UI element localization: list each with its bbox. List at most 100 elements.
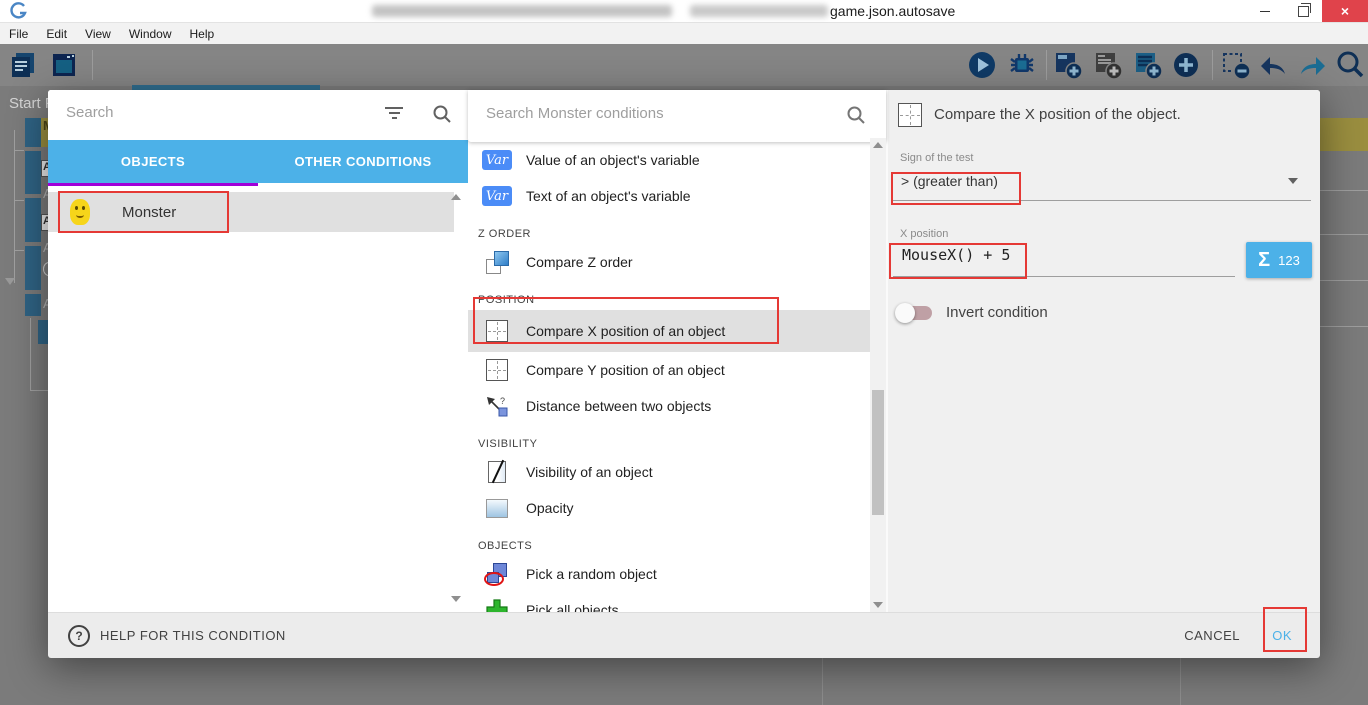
event-condition-bar (25, 151, 41, 194)
condition-parameters-panel: Compare the X position of the object. Si… (888, 90, 1320, 612)
var-icon: Var (468, 150, 526, 170)
event-condition-bar (25, 118, 41, 147)
monster-object-icon (70, 199, 90, 225)
dialog-footer: ? HELP FOR THIS CONDITION CANCEL OK (48, 612, 1320, 658)
undo-icon[interactable] (1258, 49, 1290, 81)
field-underline (893, 200, 1311, 201)
tab-other-conditions[interactable]: OTHER CONDITIONS (258, 140, 468, 183)
delete-selection-icon[interactable] (1220, 49, 1252, 81)
menu-window[interactable]: Window (120, 27, 181, 41)
tab-objects[interactable]: OBJECTS (48, 140, 258, 183)
menu-edit[interactable]: Edit (37, 27, 76, 41)
condition-item[interactable]: Var Value of an object's variable (468, 142, 870, 178)
condition-item[interactable]: Pick a random object (468, 556, 870, 592)
section-header: Z ORDER (468, 214, 870, 244)
menu-file[interactable]: File (0, 27, 37, 41)
minimize-button[interactable] (1248, 0, 1282, 22)
list-item-monster[interactable]: Monster (48, 192, 454, 232)
condition-item[interactable]: Compare Z order (468, 244, 870, 280)
ok-button[interactable]: OK (1272, 613, 1292, 658)
title-bar: game.json.autosave × (0, 0, 1368, 23)
expression-editor-button[interactable]: Σ 123 (1246, 242, 1312, 278)
scroll-down-icon[interactable] (451, 596, 461, 602)
event-tree-line (14, 130, 15, 283)
redo-icon[interactable] (1296, 49, 1328, 81)
condition-search-input[interactable] (484, 104, 828, 123)
collapse-arrow-icon[interactable] (5, 278, 15, 285)
condition-editor-dialog: OBJECTS OTHER CONDITIONS Monster (48, 90, 1320, 657)
blurred-title-text (372, 5, 672, 17)
menu-help[interactable]: Help (181, 27, 224, 41)
distance-icon: ? (468, 395, 526, 417)
condition-item-selected[interactable]: Compare X position of an object (468, 310, 870, 352)
event-group-row (1320, 118, 1368, 151)
close-button[interactable]: × (1322, 0, 1368, 22)
toolbar (0, 44, 1368, 86)
scroll-down-icon[interactable] (873, 602, 883, 608)
events-sheet-icon[interactable] (8, 49, 40, 81)
gdevelop-logo-icon (10, 2, 28, 20)
search-icon[interactable] (846, 105, 866, 125)
scroll-up-icon[interactable] (873, 142, 883, 148)
object-label: Monster (122, 204, 176, 221)
object-search-bar (48, 90, 468, 140)
scroll-up-icon[interactable] (451, 194, 461, 200)
x-position-input[interactable] (900, 245, 1204, 265)
condition-item[interactable]: Opacity (468, 490, 870, 526)
sign-field-label: Sign of the test (900, 152, 973, 164)
search-icon[interactable] (432, 104, 452, 124)
gdevelop-window: game.json.autosave × File Edit View Wind… (0, 0, 1368, 705)
cancel-button[interactable]: CANCEL (1184, 613, 1240, 658)
help-button[interactable]: ? HELP FOR THIS CONDITION (68, 613, 286, 658)
svg-text:?: ? (500, 396, 505, 406)
var-icon: Var (468, 186, 526, 206)
condition-list: Var Value of an object's variable Var Te… (468, 142, 870, 612)
condition-item[interactable]: Pick all objects (468, 592, 870, 612)
add-event-icon[interactable] (1052, 49, 1084, 81)
object-search-input[interactable] (64, 103, 368, 122)
condition-item[interactable]: ? Distance between two objects (468, 388, 870, 424)
events-column-divider (822, 657, 823, 705)
toggle-knob[interactable] (895, 303, 915, 323)
menu-bar: File Edit View Window Help (0, 23, 1368, 44)
x-field-label: X position (900, 228, 948, 240)
visibility-icon (468, 461, 526, 483)
condition-item[interactable]: Compare Y position of an object (468, 352, 870, 388)
event-row-divider (1320, 190, 1368, 191)
add-subevent-icon[interactable] (1092, 49, 1124, 81)
selector-tabs: OBJECTS OTHER CONDITIONS (48, 140, 468, 183)
scene-editor-icon[interactable] (48, 49, 80, 81)
add-circle-icon[interactable] (1170, 49, 1202, 81)
event-tree-line (30, 318, 31, 390)
events-column-divider (1180, 657, 1181, 705)
play-preview-icon[interactable] (966, 49, 998, 81)
window-title: game.json.autosave (830, 3, 955, 19)
scrollbar-thumb[interactable] (872, 390, 884, 515)
x-position-icon (898, 103, 922, 127)
event-tree-line (14, 200, 24, 201)
section-header: OBJECTS (468, 526, 870, 556)
blurred-title-text (690, 5, 828, 17)
condition-title: Compare the X position of the object. (934, 106, 1181, 123)
search-events-icon[interactable] (1334, 49, 1366, 81)
condition-list-scrollbar[interactable] (870, 138, 886, 612)
sign-select[interactable]: > (greater than) (901, 173, 998, 189)
condition-item[interactable]: Var Text of an object's variable (468, 178, 870, 214)
restore-button[interactable] (1286, 0, 1320, 22)
invert-condition-toggle[interactable] (898, 306, 932, 320)
event-condition-bar (25, 198, 41, 242)
menu-view[interactable]: View (76, 27, 120, 41)
object-list: Monster (48, 186, 468, 612)
chevron-down-icon[interactable] (1288, 178, 1298, 184)
pick-all-icon (468, 599, 526, 612)
start-page-tab[interactable]: Start P (9, 95, 48, 112)
add-comment-icon[interactable] (1132, 49, 1164, 81)
object-selector-panel: OBJECTS OTHER CONDITIONS Monster (48, 90, 468, 612)
debug-icon[interactable] (1006, 49, 1038, 81)
invert-condition-label: Invert condition (946, 304, 1048, 321)
y-position-icon (468, 359, 526, 381)
event-tree-line (30, 390, 48, 391)
toolbar-separator (1212, 50, 1213, 80)
condition-item[interactable]: Visibility of an object (468, 454, 870, 490)
filter-icon[interactable] (384, 107, 404, 123)
